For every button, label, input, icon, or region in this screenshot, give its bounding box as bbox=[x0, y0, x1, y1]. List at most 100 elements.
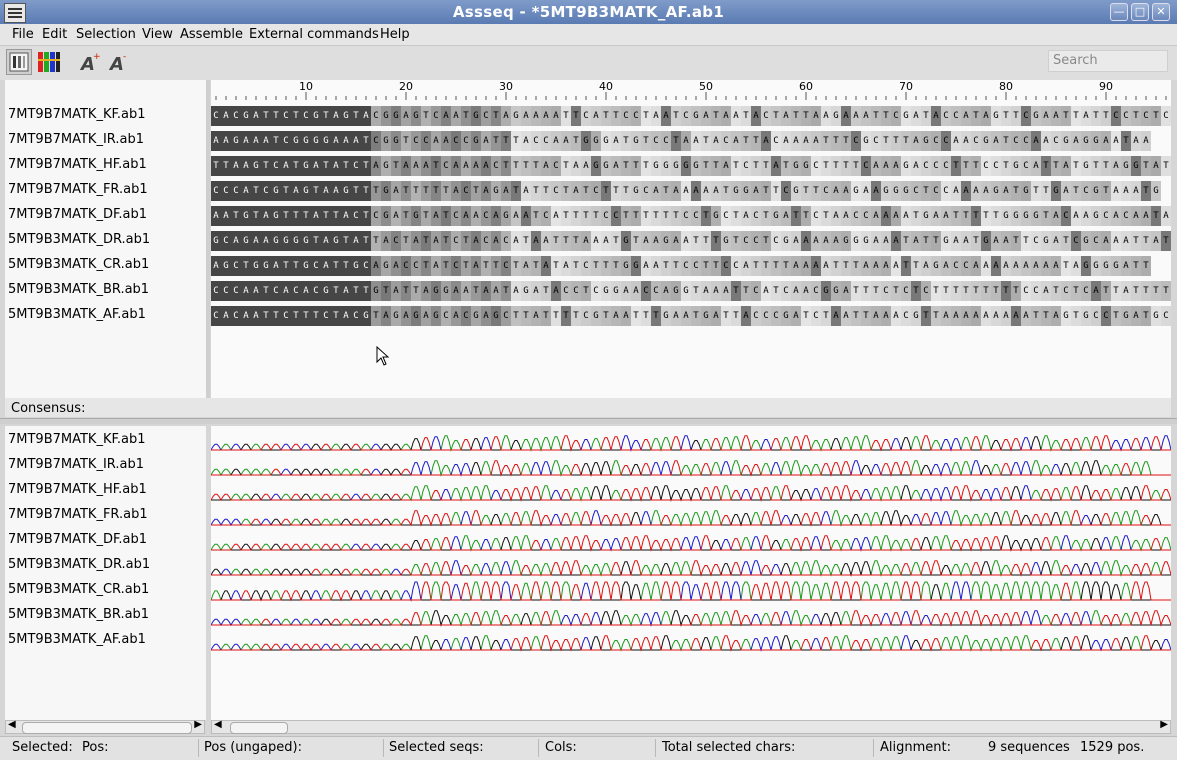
base-cell[interactable]: G bbox=[381, 106, 391, 126]
base-cell[interactable]: C bbox=[1021, 131, 1031, 151]
base-cell[interactable]: T bbox=[711, 156, 721, 176]
base-cell[interactable]: A bbox=[891, 256, 901, 276]
base-cell[interactable]: G bbox=[1081, 131, 1091, 151]
base-cell[interactable]: G bbox=[731, 181, 741, 201]
base-cell[interactable]: G bbox=[1121, 156, 1131, 176]
base-cell[interactable]: A bbox=[1061, 156, 1071, 176]
base-cell[interactable]: T bbox=[361, 131, 371, 151]
base-cell[interactable]: A bbox=[531, 231, 541, 251]
base-cell[interactable]: A bbox=[541, 156, 551, 176]
base-cell[interactable]: A bbox=[471, 206, 481, 226]
base-cell[interactable]: C bbox=[261, 181, 271, 201]
sequence-row[interactable]: AGCTGGATTGCATTGCAGACCTATCTATTCTATATATCTT… bbox=[211, 256, 1171, 276]
base-cell[interactable]: G bbox=[631, 181, 641, 201]
base-cell[interactable]: A bbox=[1041, 256, 1051, 276]
base-cell[interactable]: A bbox=[551, 106, 561, 126]
base-cell[interactable]: A bbox=[321, 231, 331, 251]
base-cell[interactable]: T bbox=[281, 206, 291, 226]
base-cell[interactable]: T bbox=[921, 231, 931, 251]
base-cell[interactable]: C bbox=[281, 106, 291, 126]
base-cell[interactable]: C bbox=[891, 106, 901, 126]
base-cell[interactable]: T bbox=[631, 231, 641, 251]
base-cell[interactable]: A bbox=[841, 106, 851, 126]
sequence-name[interactable]: 7MT9B7MATK_KF.ab1 bbox=[8, 107, 146, 122]
base-cell[interactable]: C bbox=[971, 131, 981, 151]
base-cell[interactable]: A bbox=[431, 256, 441, 276]
base-cell[interactable]: A bbox=[311, 156, 321, 176]
base-cell[interactable]: T bbox=[991, 281, 1001, 301]
base-cell[interactable]: T bbox=[521, 306, 531, 326]
trace-name[interactable]: 5MT9B3MATK_CR.ab1 bbox=[8, 582, 149, 597]
sequence-name[interactable]: 7MT9B7MATK_HF.ab1 bbox=[8, 157, 147, 172]
base-cell[interactable]: T bbox=[391, 156, 401, 176]
base-cell[interactable]: G bbox=[691, 106, 701, 126]
base-cell[interactable]: A bbox=[871, 256, 881, 276]
base-cell[interactable]: T bbox=[441, 206, 451, 226]
base-cell[interactable]: T bbox=[511, 131, 521, 151]
base-cell[interactable]: G bbox=[521, 281, 531, 301]
base-cell[interactable]: T bbox=[621, 156, 631, 176]
base-cell[interactable]: A bbox=[1111, 156, 1121, 176]
base-cell[interactable]: A bbox=[811, 231, 821, 251]
base-cell[interactable]: T bbox=[1041, 181, 1051, 201]
base-cell[interactable]: A bbox=[881, 256, 891, 276]
base-cell[interactable]: A bbox=[711, 131, 721, 151]
base-cell[interactable]: T bbox=[341, 231, 351, 251]
menu-edit[interactable]: Edit bbox=[42, 27, 67, 42]
base-cell[interactable]: T bbox=[691, 306, 701, 326]
trace-name[interactable]: 7MT9B7MATK_FR.ab1 bbox=[8, 507, 148, 522]
base-cell[interactable]: C bbox=[411, 256, 421, 276]
base-cell[interactable]: A bbox=[431, 131, 441, 151]
base-cell[interactable]: T bbox=[821, 131, 831, 151]
base-cell[interactable]: T bbox=[631, 156, 641, 176]
base-cell[interactable]: T bbox=[881, 106, 891, 126]
base-cell[interactable]: G bbox=[361, 306, 371, 326]
base-cell[interactable]: G bbox=[381, 156, 391, 176]
base-cell[interactable]: A bbox=[531, 306, 541, 326]
base-cell[interactable]: C bbox=[211, 306, 221, 326]
base-cell[interactable]: C bbox=[271, 281, 281, 301]
base-cell[interactable]: G bbox=[1021, 206, 1031, 226]
base-cell[interactable]: T bbox=[1151, 106, 1161, 126]
base-cell[interactable]: C bbox=[581, 256, 591, 276]
base-cell[interactable]: T bbox=[641, 156, 651, 176]
base-cell[interactable]: T bbox=[851, 281, 861, 301]
base-cell[interactable]: C bbox=[581, 306, 591, 326]
base-cell[interactable]: A bbox=[541, 256, 551, 276]
base-cell[interactable]: A bbox=[961, 306, 971, 326]
base-cell[interactable]: C bbox=[661, 131, 671, 151]
base-cell[interactable]: C bbox=[651, 281, 661, 301]
base-cell[interactable]: A bbox=[461, 206, 471, 226]
base-cell[interactable]: C bbox=[291, 281, 301, 301]
base-cell[interactable]: T bbox=[831, 156, 841, 176]
base-cell[interactable]: A bbox=[411, 231, 421, 251]
base-cell[interactable]: A bbox=[931, 206, 941, 226]
base-cell[interactable]: A bbox=[661, 281, 671, 301]
base-cell[interactable]: G bbox=[901, 181, 911, 201]
scrollbar-thumb[interactable] bbox=[230, 722, 288, 734]
base-cell[interactable]: T bbox=[501, 131, 511, 151]
base-cell[interactable]: C bbox=[811, 281, 821, 301]
base-cell[interactable]: A bbox=[841, 181, 851, 201]
base-cell[interactable]: A bbox=[871, 156, 881, 176]
base-cell[interactable]: T bbox=[761, 206, 771, 226]
base-cell[interactable]: G bbox=[471, 106, 481, 126]
base-cell[interactable]: T bbox=[431, 156, 441, 176]
base-cell[interactable]: C bbox=[811, 156, 821, 176]
base-cell[interactable]: T bbox=[271, 306, 281, 326]
base-cell[interactable]: T bbox=[261, 106, 271, 126]
base-cell[interactable]: A bbox=[541, 106, 551, 126]
base-cell[interactable]: C bbox=[1101, 206, 1111, 226]
base-cell[interactable]: T bbox=[521, 156, 531, 176]
base-cell[interactable]: G bbox=[351, 256, 361, 276]
base-cell[interactable]: T bbox=[231, 206, 241, 226]
base-cell[interactable]: T bbox=[551, 256, 561, 276]
base-cell[interactable]: C bbox=[961, 256, 971, 276]
base-cell[interactable]: C bbox=[621, 106, 631, 126]
base-cell[interactable]: T bbox=[751, 131, 761, 151]
base-cell[interactable]: G bbox=[981, 131, 991, 151]
trace-name[interactable]: 7MT9B7MATK_IR.ab1 bbox=[8, 457, 144, 472]
trace-name[interactable]: 7MT9B7MATK_DF.ab1 bbox=[8, 532, 147, 547]
base-cell[interactable]: T bbox=[811, 181, 821, 201]
base-cell[interactable]: G bbox=[511, 106, 521, 126]
